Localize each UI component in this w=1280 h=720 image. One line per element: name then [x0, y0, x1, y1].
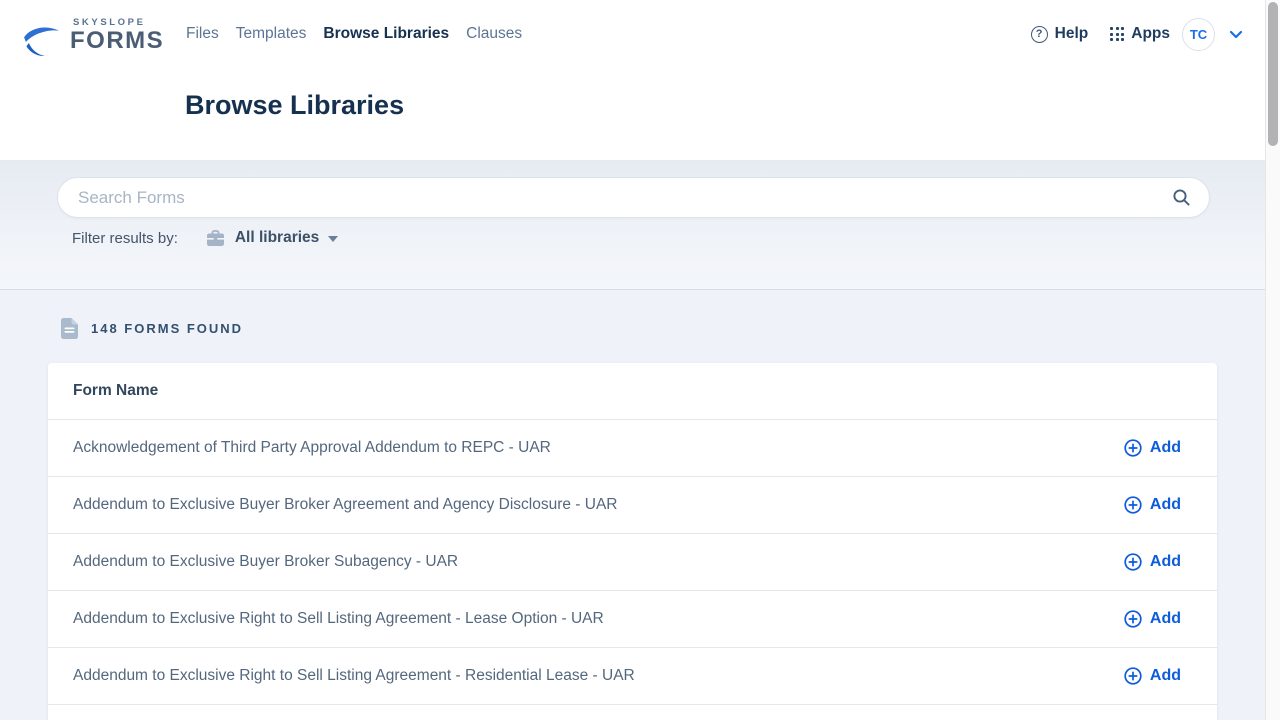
plus-circle-icon	[1124, 496, 1142, 514]
table-header-row: Form Name	[48, 363, 1217, 420]
table-row: Addendum to Exclusive Buyer Broker Agree…	[48, 477, 1217, 534]
add-button[interactable]: Add	[1124, 549, 1181, 575]
skyslope-swoosh-icon	[22, 25, 64, 61]
header-actions: ? Help Apps	[1031, 0, 1170, 68]
apps-button[interactable]: Apps	[1110, 25, 1170, 43]
form-name: Addendum to Exclusive Buyer Broker Agree…	[73, 496, 617, 514]
table-row: Addendum to Exclusive Buyer Broker Subag…	[48, 534, 1217, 591]
table-row-partial	[48, 705, 1217, 720]
plus-circle-icon	[1124, 667, 1142, 685]
help-icon: ?	[1031, 26, 1048, 43]
form-name: Addendum to Exclusive Right to Sell List…	[73, 610, 604, 628]
search-section: Filter results by: All libraries	[0, 160, 1265, 290]
add-button-label: Add	[1150, 439, 1181, 457]
scrollbar-thumb[interactable]	[1268, 2, 1278, 146]
chevron-down-icon[interactable]	[1229, 30, 1243, 39]
plus-circle-icon	[1124, 439, 1142, 457]
nav-item-clauses[interactable]: Clauses	[466, 25, 522, 43]
caret-down-icon	[328, 236, 338, 242]
add-button[interactable]: Add	[1124, 606, 1181, 632]
page-title: Browse Libraries	[185, 90, 404, 121]
search-bar	[57, 177, 1210, 218]
document-icon	[61, 318, 78, 339]
brand-name-forms: FORMS	[70, 28, 164, 53]
library-filter-value: All libraries	[235, 229, 319, 247]
column-header-form-name: Form Name	[73, 382, 158, 400]
add-button-label: Add	[1150, 553, 1181, 571]
filter-row: Filter results by: All libraries	[72, 229, 338, 247]
forms-table: Form Name Acknowledgement of Third Party…	[48, 363, 1217, 720]
results-count: 148 FORMS FOUND	[61, 318, 243, 339]
results-count-text: 148 FORMS FOUND	[91, 321, 243, 336]
search-icon	[1172, 188, 1191, 207]
apps-grid-icon	[1110, 27, 1124, 41]
help-label: Help	[1055, 25, 1089, 43]
brand-text: SKYSLOPE FORMS	[70, 17, 164, 53]
filter-label: Filter results by:	[72, 230, 178, 247]
search-input[interactable]	[78, 188, 1170, 208]
library-filter-dropdown[interactable]: All libraries	[206, 229, 338, 247]
nav-item-browse-libraries[interactable]: Browse Libraries	[323, 25, 449, 43]
search-button[interactable]	[1170, 186, 1193, 209]
table-row: Acknowledgement of Third Party Approval …	[48, 420, 1217, 477]
form-name: Addendum to Exclusive Right to Sell List…	[73, 667, 635, 685]
table-row: Addendum to Exclusive Right to Sell List…	[48, 591, 1217, 648]
plus-circle-icon	[1124, 610, 1142, 628]
add-button[interactable]: Add	[1124, 663, 1181, 689]
table-row: Addendum to Exclusive Right to Sell List…	[48, 648, 1217, 705]
apps-label: Apps	[1131, 25, 1170, 43]
add-button[interactable]: Add	[1124, 435, 1181, 461]
nav-item-templates[interactable]: Templates	[236, 25, 307, 43]
avatar[interactable]: TC	[1182, 18, 1215, 51]
add-button-label: Add	[1150, 667, 1181, 685]
add-button-label: Add	[1150, 496, 1181, 514]
plus-circle-icon	[1124, 553, 1142, 571]
browse-libraries-page: SKYSLOPE FORMS Files Templates Browse Li…	[0, 0, 1280, 720]
scrollbar[interactable]	[1265, 0, 1280, 720]
main-nav: Files Templates Browse Libraries Clauses	[186, 0, 522, 68]
nav-item-files[interactable]: Files	[186, 25, 219, 43]
skyslope-forms-logo[interactable]: SKYSLOPE FORMS	[22, 17, 164, 61]
app-header: SKYSLOPE FORMS Files Templates Browse Li…	[0, 0, 1265, 160]
add-button-label: Add	[1150, 610, 1181, 628]
briefcase-icon	[206, 230, 225, 247]
form-name: Addendum to Exclusive Buyer Broker Subag…	[73, 553, 458, 571]
user-menu: TC	[1182, 0, 1243, 68]
add-button[interactable]: Add	[1124, 492, 1181, 518]
help-button[interactable]: ? Help	[1031, 25, 1089, 43]
form-name: Acknowledgement of Third Party Approval …	[73, 439, 551, 457]
results-section: 148 FORMS FOUND Form Name Acknowledgemen…	[0, 291, 1265, 720]
